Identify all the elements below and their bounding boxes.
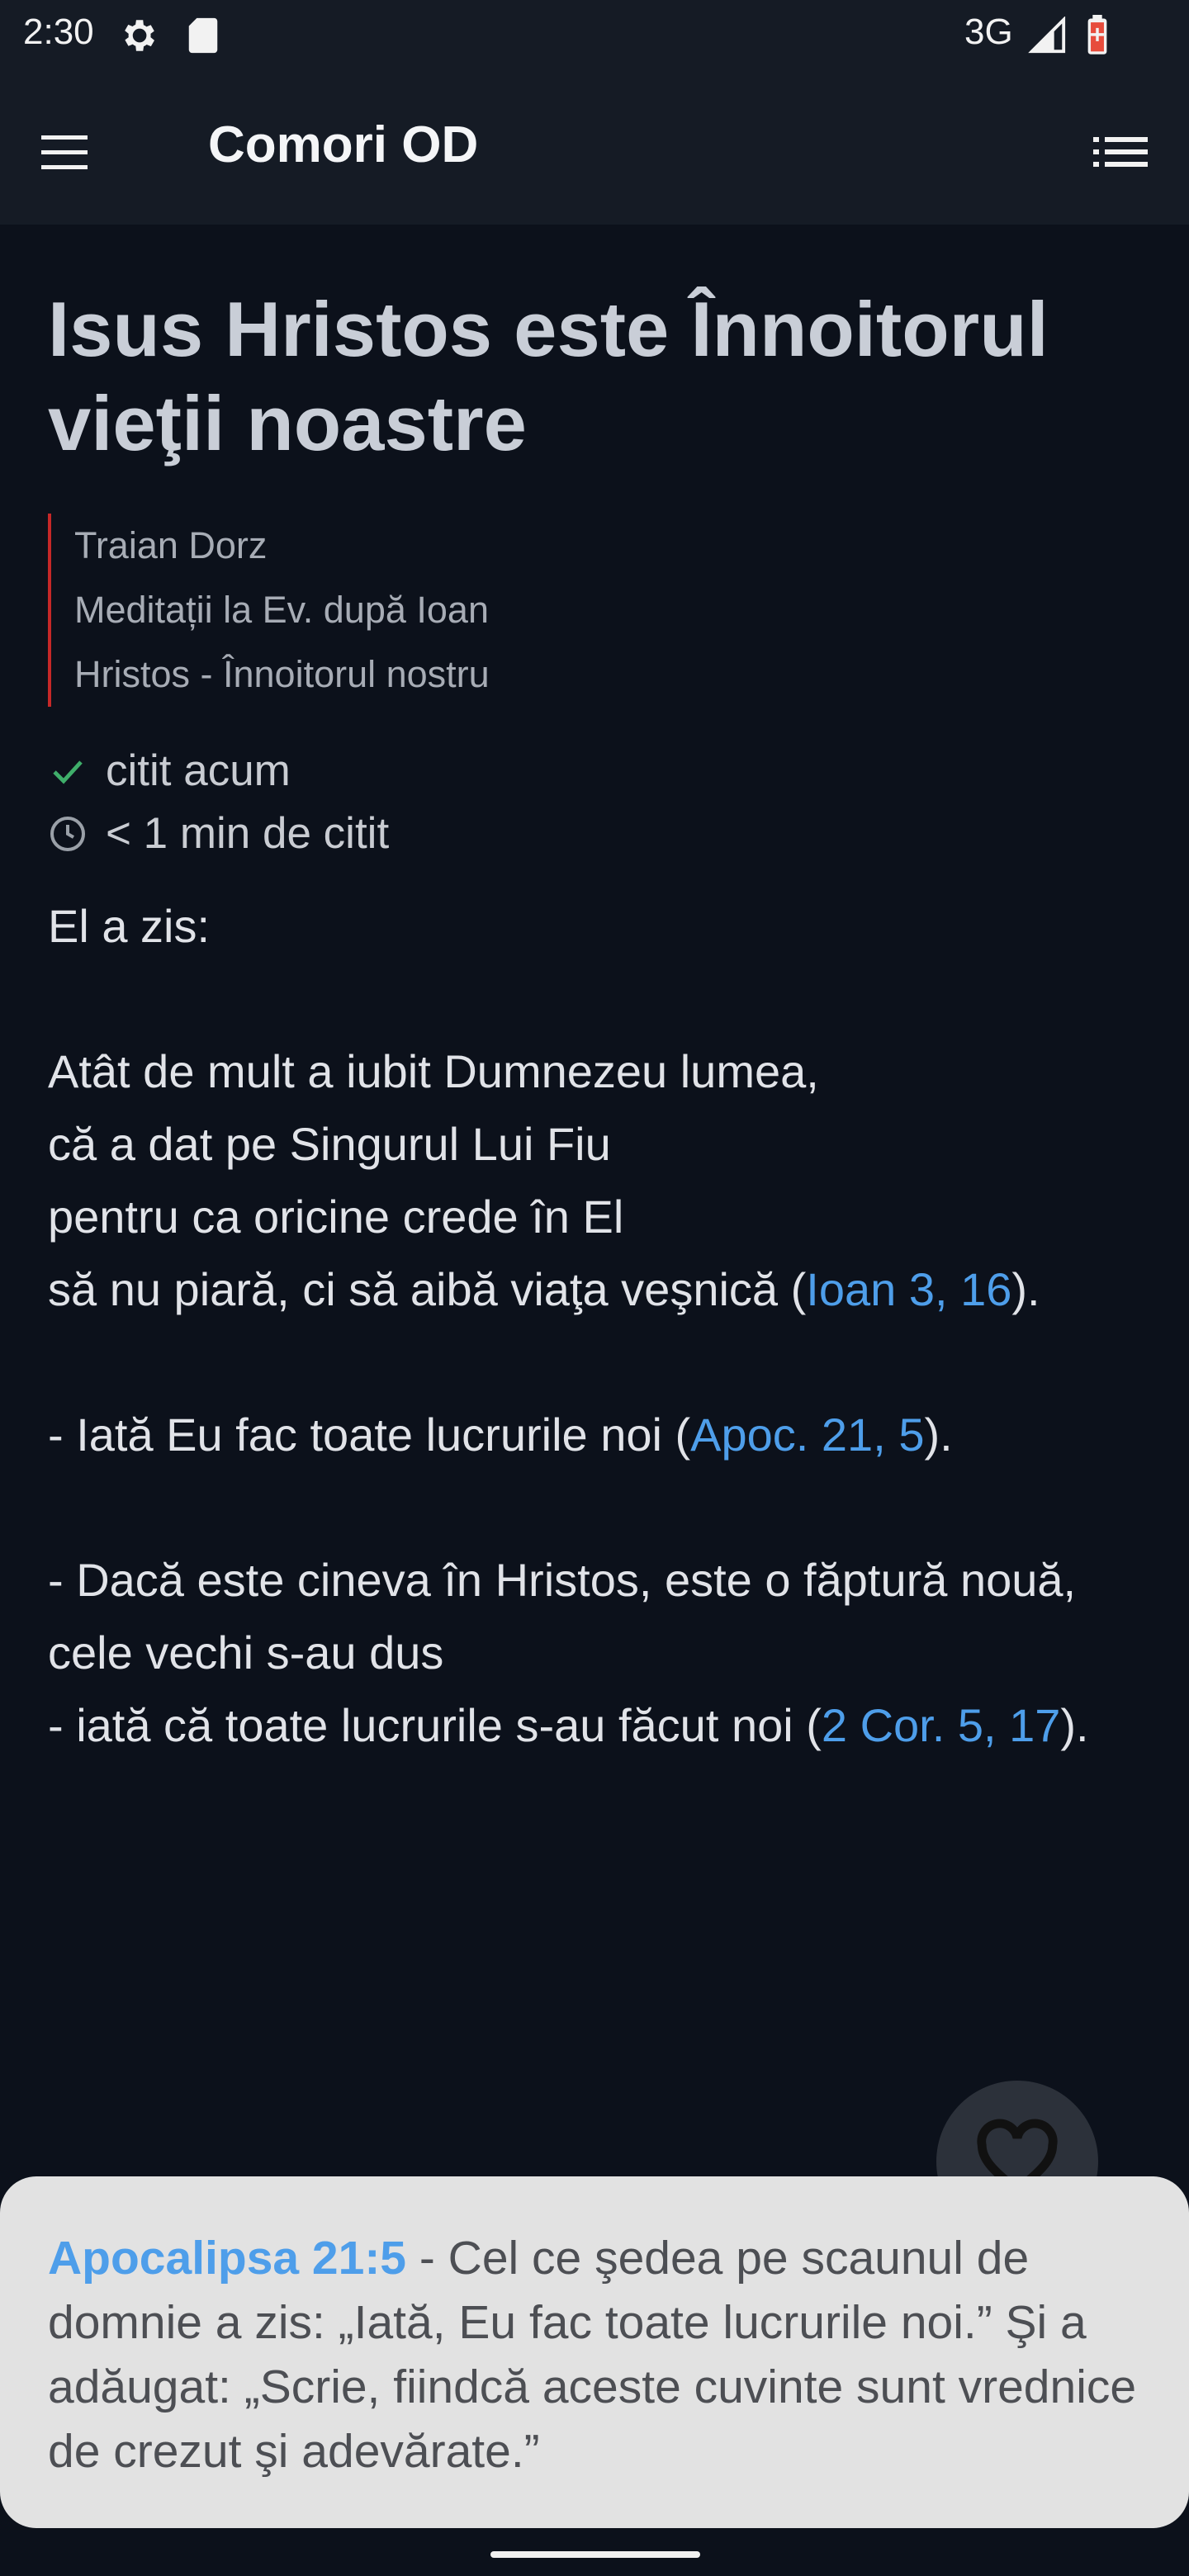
read-info: citit acum < 1 min de citit [48, 740, 1146, 865]
check-icon [53, 760, 83, 784]
hamburger-menu-icon[interactable] [33, 124, 107, 182]
article-title: Isus Hristos este Înnoitorul vieţii noas… [48, 286, 1049, 466]
verse-preview-ref[interactable]: Apocalipsa 21:5 [48, 2232, 406, 2285]
verse-preview-text: Apocalipsa 21:5 - Cel ce şedea pe scaunu… [48, 2226, 1146, 2484]
article-meta: Traian Dorz Meditații la Ev. după Ioan H… [48, 514, 1146, 707]
cell-signal-icon [1028, 17, 1066, 54]
body-paragraph: - Iată Eu fac toate lucrurile noi ( [48, 1409, 691, 1461]
app-bar: Comori OD [0, 73, 1189, 225]
article-section: Hristos - Înnoitorul nostru [74, 653, 490, 695]
body-punctuation: ). [924, 1409, 953, 1461]
body-paragraph: El a zis: [48, 900, 211, 952]
network-type: 3G [964, 12, 1013, 52]
verse-preview-sheet[interactable]: Apocalipsa 21:5 - Cel ce şedea pe scaunu… [0, 2176, 1189, 2528]
article-author: Traian Dorz [74, 524, 268, 566]
body-punctuation: ). [1060, 1699, 1089, 1751]
verse-ref-link[interactable]: 2 Cor. 5, 17 [822, 1699, 1061, 1751]
read-time: < 1 min de citit [106, 809, 390, 858]
battery-icon [1087, 15, 1107, 54]
list-icon[interactable] [1087, 127, 1153, 177]
gesture-nav-handle[interactable] [490, 2551, 700, 2558]
read-status: citit acum [106, 746, 291, 795]
app-title: Comori OD [208, 116, 479, 173]
sd-card-icon [188, 17, 218, 54]
read-time-row: < 1 min de citit [48, 803, 1146, 865]
status-bar: 2:30 3G [0, 0, 1189, 73]
article-book: Meditații la Ev. după Ioan [74, 589, 489, 631]
body-paragraph: Atât de mult a iubit Dumnezeu lumea, că … [48, 1045, 819, 1315]
read-status-row: citit acum [48, 740, 1146, 803]
settings-gear-icon [125, 20, 154, 51]
article-body: El a zis: Atât de mult a iubit Dumnezeu … [48, 890, 1146, 1762]
article: Isus Hristos este Înnoitorul vieţii noas… [48, 225, 1146, 1762]
clock-icon [50, 817, 85, 851]
verse-ref-link[interactable]: Apoc. 21, 5 [690, 1409, 924, 1461]
status-time: 2:30 [23, 12, 94, 52]
verse-ref-link[interactable]: Ioan 3, 16 [806, 1263, 1011, 1315]
body-punctuation: ). [1011, 1263, 1040, 1315]
